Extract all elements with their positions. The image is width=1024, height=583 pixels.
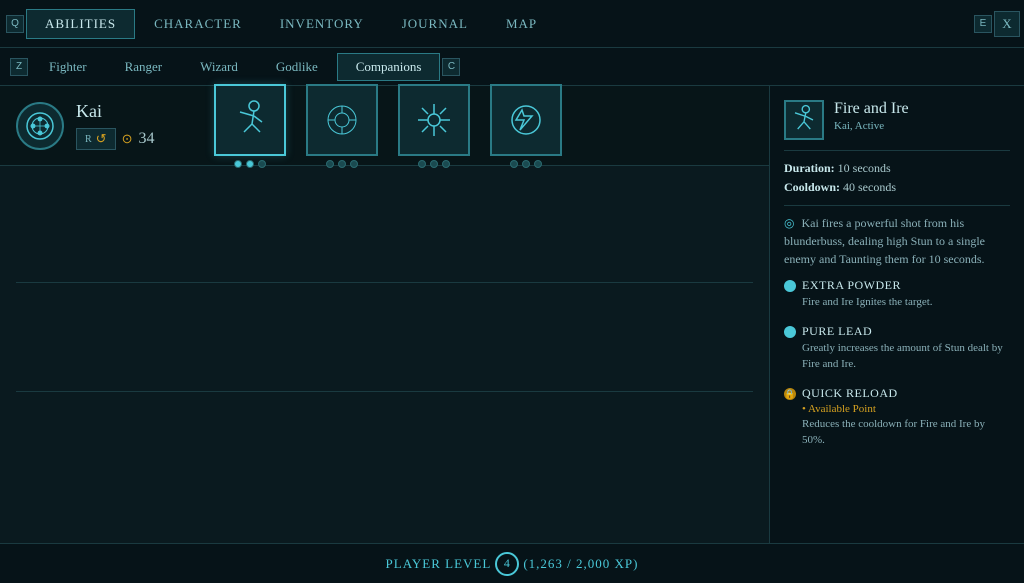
- respec-key: R: [85, 134, 92, 145]
- ability-slot-2[interactable]: [306, 84, 378, 168]
- available-point: • Available Point: [802, 403, 1010, 415]
- detail-ability-subtitle: Kai, Active: [834, 120, 909, 132]
- tab-fighter[interactable]: Fighter: [30, 53, 106, 81]
- right-panel: Fire and Ire Kai, Active Duration: 10 se…: [770, 86, 1024, 543]
- sub-nav: Z Fighter Ranger Wizard Godlike Companio…: [0, 48, 1024, 86]
- ability-slot-3[interactable]: [398, 84, 470, 168]
- cooldown-label: Cooldown:: [784, 180, 840, 194]
- gold-count: 34: [138, 130, 154, 148]
- divider-2: [16, 391, 753, 392]
- avatar-icon: [25, 111, 55, 141]
- tab-inventory[interactable]: INVENTORY: [261, 9, 383, 39]
- upgrade-bullet-2: [784, 326, 796, 338]
- upgrade-bullet-1: [784, 280, 796, 292]
- divider-1: [16, 282, 753, 283]
- respec-icon: ↺: [96, 131, 107, 147]
- close-button[interactable]: X: [994, 11, 1020, 37]
- player-level-label: PLAYER LEVEL: [386, 556, 492, 572]
- abilities-key: Q: [6, 15, 24, 33]
- tab-ranger[interactable]: Ranger: [106, 53, 182, 81]
- upgrades-section: EXTRA POWDER Fire and Ire Ignites the ta…: [784, 278, 1010, 448]
- tab-companions[interactable]: Companions: [337, 53, 441, 81]
- xp-display: (1,263 / 2,000 XP): [523, 556, 638, 572]
- detail-ability-title: Fire and Ire: [834, 100, 909, 118]
- ability-detail-header: Fire and Ire Kai, Active: [784, 100, 1010, 151]
- upgrade-quick-reload: 🔒 QUICK RELOAD • Available Point Reduces…: [784, 386, 1010, 448]
- upgrade-3-title: QUICK RELOAD: [802, 386, 1010, 401]
- detail-ability-icon: [784, 100, 824, 140]
- upgrade-3-desc: Reduces the cooldown for Fire and Ire by…: [802, 417, 1010, 448]
- upgrade-pure-lead: PURE LEAD Greatly increases the amount o…: [784, 324, 1010, 372]
- main-layout: Kai R ↺ ⊙ 34: [0, 86, 1024, 543]
- gold-icon: ⊙: [122, 131, 133, 147]
- tab-journal[interactable]: JOURNAL: [383, 9, 487, 39]
- character-info: Kai R ↺ ⊙ 34: [76, 101, 154, 150]
- avatar: [16, 102, 64, 150]
- character-row: Kai R ↺ ⊙ 34: [0, 86, 769, 166]
- character-name: Kai: [76, 101, 154, 122]
- upgrade-1-desc: Fire and Ire Ignites the target.: [802, 295, 933, 310]
- char-bottom: R ↺ ⊙ 34: [76, 128, 154, 150]
- ability-3-icon: [410, 96, 458, 144]
- right-key: E: [974, 15, 992, 33]
- desc-bullet: ◎: [784, 216, 794, 230]
- tab-character[interactable]: CHARACTER: [135, 9, 261, 39]
- ability-slot-1[interactable]: [214, 84, 286, 168]
- cooldown-row: Cooldown: 40 seconds: [784, 180, 1010, 195]
- cooldown-value: 40 seconds: [843, 180, 896, 194]
- respec-button[interactable]: R ↺: [76, 128, 116, 150]
- upgrade-3-content: QUICK RELOAD • Available Point Reduces t…: [802, 386, 1010, 448]
- ability-icon-4[interactable]: [490, 84, 562, 156]
- top-nav: Q ABILITIES CHARACTER INVENTORY JOURNAL …: [0, 0, 1024, 48]
- left-panel: Kai R ↺ ⊙ 34: [0, 86, 770, 543]
- fire-and-ire-icon: [226, 96, 274, 144]
- ability-description: ◎ Kai fires a powerful shot from his blu…: [784, 205, 1010, 268]
- bottom-bar: PLAYER LEVEL 4 (1,263 / 2,000 XP): [0, 543, 1024, 583]
- duration-value: 10 seconds: [838, 161, 891, 175]
- upgrade-2-desc: Greatly increases the amount of Stun dea…: [802, 341, 1010, 372]
- detail-icon-svg: [786, 102, 822, 138]
- tab-wizard[interactable]: Wizard: [181, 53, 257, 81]
- detail-title-area: Fire and Ire Kai, Active: [834, 100, 909, 132]
- upgrade-1-content: EXTRA POWDER Fire and Ire Ignites the ta…: [802, 278, 933, 310]
- companions-key: C: [442, 58, 460, 76]
- abilities-area: [0, 166, 769, 543]
- tab-abilities[interactable]: ABILITIES: [26, 9, 135, 39]
- upgrade-extra-powder: EXTRA POWDER Fire and Ire Ignites the ta…: [784, 278, 1010, 310]
- upgrade-bullet-3: 🔒: [784, 388, 796, 400]
- tab-godlike[interactable]: Godlike: [257, 53, 337, 81]
- upgrade-2-content: PURE LEAD Greatly increases the amount o…: [802, 324, 1010, 372]
- ability-icon-3[interactable]: [398, 84, 470, 156]
- abilities-row: [214, 84, 562, 168]
- tab-map[interactable]: MAP: [487, 9, 556, 39]
- ability-slot-4[interactable]: [490, 84, 562, 168]
- ability-icon-fire-and-ire[interactable]: [214, 84, 286, 156]
- upgrade-2-title: PURE LEAD: [802, 324, 1010, 339]
- ability-4-icon: [502, 96, 550, 144]
- ability-2-icon: [318, 96, 366, 144]
- level-badge: 4: [495, 552, 519, 576]
- duration-row: Duration: 10 seconds: [784, 161, 1010, 176]
- duration-label: Duration:: [784, 161, 835, 175]
- ability-icon-2[interactable]: [306, 84, 378, 156]
- upgrade-1-title: EXTRA POWDER: [802, 278, 933, 293]
- fighter-key: Z: [10, 58, 28, 76]
